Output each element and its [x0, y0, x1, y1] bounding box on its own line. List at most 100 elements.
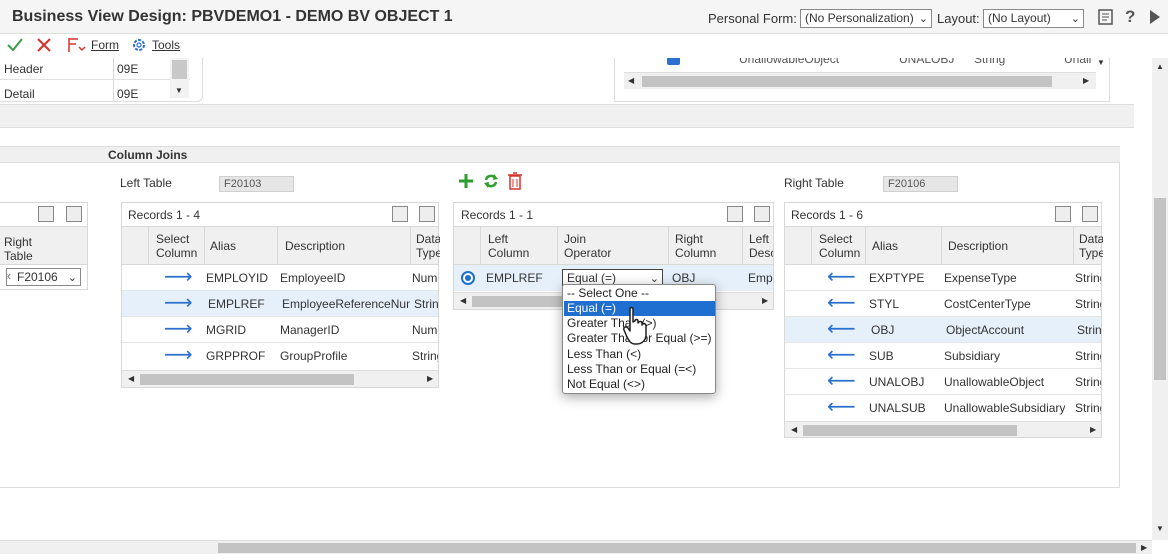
column-header[interactable]: Join Operator: [564, 232, 624, 260]
scroll-thumb[interactable]: [218, 543, 1136, 553]
arrow-left-icon[interactable]: ⟵: [827, 319, 856, 339]
column-header[interactable]: Right Column: [675, 232, 735, 260]
row-alias: UNALOBJ: [869, 375, 925, 389]
column-header[interactable]: Description: [948, 239, 1008, 253]
tools-gear-icon[interactable]: [131, 37, 147, 53]
table-row[interactable]: ⟶ EMPLOYID EmployeeID Nume: [122, 265, 438, 291]
column-header[interactable]: Select Column: [156, 232, 204, 260]
arrow-left-icon[interactable]: ⟵: [827, 397, 856, 417]
scroll-right-icon[interactable]: ▶: [762, 296, 768, 305]
right-table-value: F20106: [17, 270, 58, 284]
scroll-thumb[interactable]: [140, 374, 354, 385]
expand-icon[interactable]: [1082, 206, 1098, 222]
dropdown-option[interactable]: Less Than or Equal (=<): [564, 362, 715, 377]
help-icon[interactable]: ?: [1125, 7, 1135, 27]
dropdown-option[interactable]: -- Select One --: [564, 286, 715, 301]
horizontal-scrollbar[interactable]: ◀ ▶: [785, 421, 1101, 437]
scroll-up-icon[interactable]: ▲: [1156, 62, 1164, 71]
table-row[interactable]: Detail 09E: [0, 81, 190, 102]
column-header[interactable]: Alias: [872, 239, 898, 253]
column-header[interactable]: Description: [285, 239, 345, 253]
scroll-thumb[interactable]: [1154, 198, 1166, 380]
expand-icon[interactable]: [754, 206, 770, 222]
table-row[interactable]: ⟵ UNALSUB UnallowableSubsidiary String: [785, 395, 1101, 421]
row-radio[interactable]: [461, 271, 475, 285]
cancel-x-icon[interactable]: [36, 37, 52, 53]
arrow-right-icon[interactable]: ⟶: [164, 345, 193, 365]
table-row[interactable]: ⟵ UNALOBJ UnallowableObject String: [785, 369, 1101, 395]
scroll-thumb[interactable]: [172, 60, 187, 79]
layout-select[interactable]: (No Layout) ⌄: [983, 9, 1084, 28]
arrow-right-icon[interactable]: ⟶: [164, 267, 193, 287]
arrow-left-icon[interactable]: ⟵: [827, 345, 856, 365]
arrow-left-icon[interactable]: ⟵: [827, 371, 856, 391]
column-header[interactable]: Select Column: [819, 232, 865, 260]
form-menu-icon[interactable]: [66, 37, 88, 53]
arrow-left-icon[interactable]: ⟵: [827, 293, 856, 313]
table-row[interactable]: Header 09E: [0, 58, 190, 80]
table-row[interactable]: ⟵ STYL CostCenterType String: [785, 291, 1101, 317]
table-row-selected[interactable]: ⟵ OBJ ObjectAccount String: [785, 317, 1101, 343]
page-vertical-scrollbar[interactable]: ▲ ▼: [1152, 58, 1168, 540]
delete-trash-icon[interactable]: [507, 172, 523, 190]
left-columns-grid: Records 1 - 4 Select Column Alias Descri…: [121, 202, 440, 388]
scroll-right-icon[interactable]: ▶: [1141, 543, 1147, 552]
vertical-scrollbar[interactable]: ▼: [170, 58, 189, 98]
dropdown-option[interactable]: Less Than (<): [564, 347, 715, 362]
scroll-down-icon[interactable]: ▼: [1156, 524, 1164, 533]
scroll-left-icon[interactable]: ◀: [128, 374, 134, 383]
table-row[interactable]: ⟶ GRPPROF GroupProfile String: [122, 343, 438, 369]
scroll-right-icon[interactable]: ▶: [1083, 76, 1089, 85]
page-horizontal-scrollbar[interactable]: ▶: [0, 540, 1152, 554]
scroll-down-icon[interactable]: ▼: [1097, 58, 1104, 67]
scroll-thumb[interactable]: [642, 76, 1052, 87]
scroll-thumb[interactable]: [803, 425, 1017, 436]
notes-icon[interactable]: [1098, 9, 1114, 25]
personal-form-select[interactable]: (No Personalization) ⌄: [800, 9, 932, 28]
scroll-left-icon[interactable]: ◀: [460, 296, 466, 305]
row-extra: Unall: [1064, 58, 1092, 66]
horizontal-scrollbar[interactable]: ◀ ▶: [624, 72, 1096, 89]
scroll-left-icon[interactable]: ◀: [791, 425, 797, 434]
right-columns-grid: Records 1 - 6 Select Column Alias Descri…: [784, 202, 1103, 438]
arrow-left-icon[interactable]: ⟵: [827, 267, 856, 287]
tools-menu-label[interactable]: Tools: [152, 38, 180, 52]
row-name: Header: [4, 62, 44, 76]
records-count: Records 1 - 1: [461, 208, 534, 222]
scroll-down-icon[interactable]: ▼: [175, 86, 183, 95]
table-row[interactable]: ⟵ SUB Subsidiary String: [785, 343, 1101, 369]
column-header[interactable]: Left Column: [488, 232, 548, 260]
scroll-right-icon[interactable]: ▶: [427, 374, 433, 383]
horizontal-scrollbar[interactable]: ◀ ▶: [122, 370, 438, 387]
table-row-selected[interactable]: ⟶ EMPLREF EmployeeReferenceNum String: [122, 291, 438, 317]
edit-icon[interactable]: [38, 206, 54, 222]
row-desc: GroupProfile: [280, 349, 348, 363]
column-header[interactable]: Left Desc: [749, 232, 773, 260]
edit-icon[interactable]: [392, 206, 408, 222]
form-menu-label[interactable]: Form: [91, 38, 119, 52]
expand-icon[interactable]: [419, 206, 435, 222]
table-row[interactable]: ⟶ MGRID ManagerID Nume: [122, 317, 438, 343]
column-header[interactable]: Data Type: [1079, 232, 1103, 260]
more-options-icon[interactable]: [1148, 9, 1162, 25]
add-icon[interactable]: [457, 172, 475, 190]
checkbox-checked[interactable]: [667, 58, 680, 65]
scroll-left-icon[interactable]: ◀: [628, 76, 634, 85]
refresh-icon[interactable]: [482, 172, 500, 190]
edit-icon[interactable]: [1055, 206, 1071, 222]
scroll-right-icon[interactable]: ▶: [1090, 425, 1096, 434]
table-row[interactable]: UnallowableObject UNALOBJ String Unall ▼: [624, 58, 1104, 71]
expand-icon[interactable]: [66, 206, 82, 222]
edit-icon[interactable]: [727, 206, 743, 222]
ok-check-icon[interactable]: [6, 37, 24, 53]
right-table-select[interactable]: « F20106 ⌄: [6, 268, 81, 286]
far-left-grid: Right Table « F20106 ⌄: [0, 202, 88, 290]
arrow-right-icon[interactable]: ⟶: [164, 319, 193, 339]
row-type: String: [1075, 271, 1101, 285]
table-row[interactable]: ⟵ EXPTYPE ExpenseType String: [785, 265, 1101, 291]
column-header[interactable]: Alias: [210, 239, 236, 253]
column-header[interactable]: Data Type: [416, 232, 440, 260]
arrow-right-icon[interactable]: ⟶: [164, 293, 193, 313]
dropdown-option[interactable]: Not Equal (<>): [564, 377, 715, 392]
layout-label: Layout:: [937, 11, 980, 26]
